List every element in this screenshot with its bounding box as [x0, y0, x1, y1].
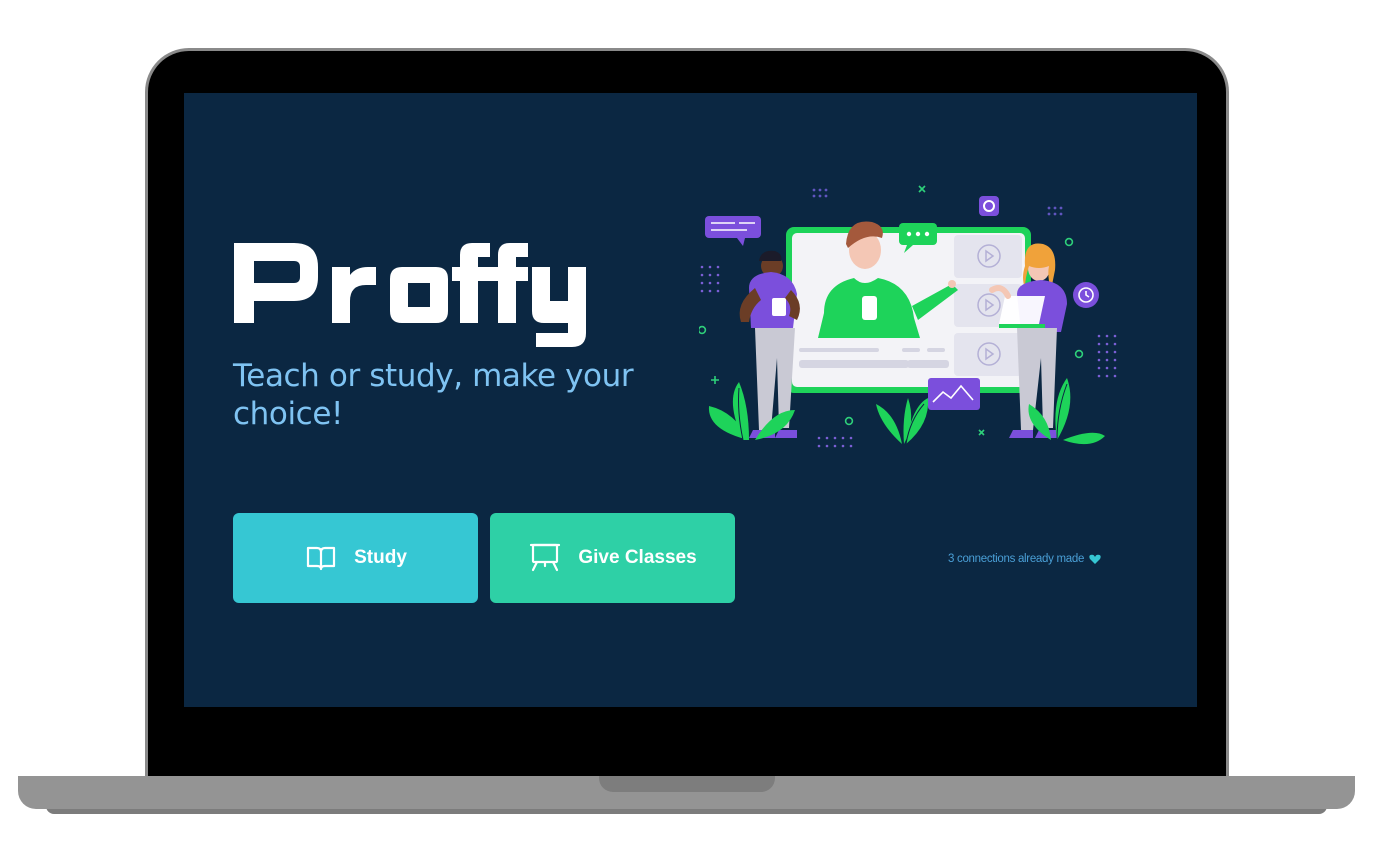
study-button[interactable]: Study [233, 513, 478, 603]
open-book-icon [304, 541, 338, 575]
give-classes-button-label: Give Classes [578, 547, 697, 568]
give-classes-button[interactable]: Give Classes [490, 513, 735, 603]
laptop-notch [599, 776, 775, 792]
landing-screen: Teach or study, make your choice! Study … [184, 93, 1197, 707]
connections-counter: 3 connections already made [948, 549, 1138, 569]
hero-illustration [699, 185, 1117, 448]
purple-heart-icon [1089, 554, 1101, 565]
proffy-logo [234, 243, 586, 347]
tagline: Teach or study, make your choice! [233, 358, 634, 432]
study-button-label: Study [354, 547, 407, 568]
presentation-board-icon [528, 541, 562, 575]
connections-text: 3 connections already made [948, 553, 1085, 565]
